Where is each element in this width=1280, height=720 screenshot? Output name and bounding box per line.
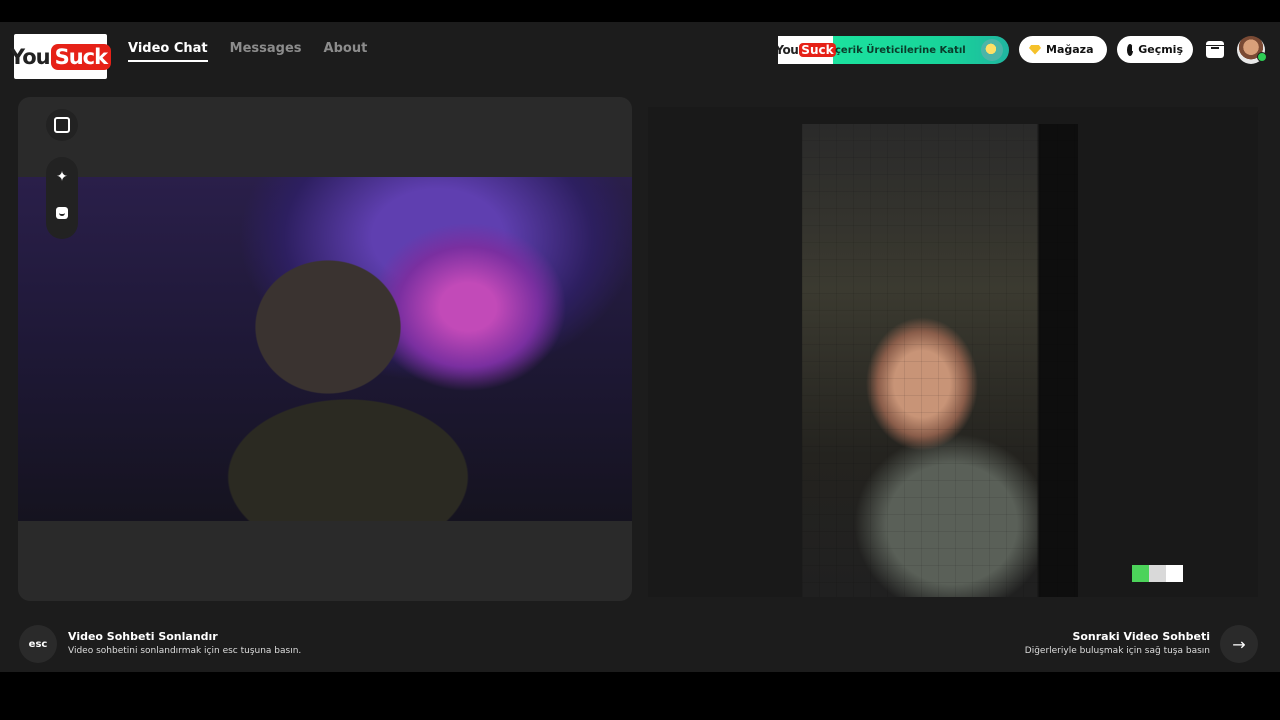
- end-chat-info: Video Sohbeti Sonlandır Video sohbetini …: [68, 630, 301, 656]
- end-chat-button[interactable]: esc: [19, 625, 57, 663]
- magic-wand-button[interactable]: ✦: [46, 161, 78, 193]
- self-video-panel: ✦: [18, 97, 632, 601]
- face-filter-icon: [56, 207, 68, 219]
- inbox-icon[interactable]: [1206, 41, 1224, 58]
- main-nav: Video Chat Messages About: [128, 41, 367, 62]
- history-button[interactable]: Geçmiş: [1117, 36, 1193, 63]
- next-chat-button[interactable]: →: [1220, 625, 1258, 663]
- shop-label: Mağaza: [1046, 43, 1094, 56]
- expand-icon: [54, 117, 70, 133]
- nav-messages[interactable]: Messages: [230, 41, 302, 62]
- next-chat-info: Sonraki Video Sohbeti Diğerleriyle buluş…: [1025, 630, 1210, 656]
- avatar[interactable]: [1237, 36, 1267, 64]
- self-video-feed: [18, 177, 632, 521]
- clock-icon: [1127, 43, 1135, 56]
- logo-you-text: You: [9, 44, 51, 69]
- stranger-video-panel: [648, 107, 1258, 597]
- nav-about[interactable]: About: [324, 41, 368, 62]
- logo-suck-text: Suck: [50, 43, 112, 70]
- arrow-right-icon: →: [1232, 634, 1246, 654]
- promo-logo: You Suck: [778, 36, 836, 64]
- end-chat-hint: Video sohbetini sonlandırmak için esc tu…: [68, 646, 302, 656]
- signal-bar-3: [1166, 565, 1183, 582]
- magic-wand-icon: ✦: [56, 169, 68, 185]
- youtube-suck-logo[interactable]: You Suck: [10, 34, 112, 79]
- promo-logo-suck: Suck: [799, 43, 836, 57]
- stranger-video-feed: [802, 124, 1078, 597]
- expand-button[interactable]: [46, 109, 78, 141]
- app-window: You Suck Video Chat Messages About You S…: [0, 22, 1280, 672]
- promo-logo-you: You: [778, 43, 799, 57]
- pixelation-overlay: [802, 124, 1078, 597]
- connection-signal: [1132, 565, 1183, 582]
- creator-promo-banner[interactable]: You Suck çerik Üreticilerine Katıl: [778, 36, 1009, 64]
- signal-bar-1: [1132, 565, 1149, 582]
- shop-button[interactable]: Mağaza: [1019, 36, 1107, 63]
- history-label: Geçmiş: [1138, 43, 1183, 56]
- nav-video-chat[interactable]: Video Chat: [128, 41, 208, 62]
- gem-icon: [1029, 44, 1041, 55]
- promo-badge-icon: [981, 39, 1003, 61]
- next-chat-title: Sonraki Video Sohbeti: [1072, 630, 1210, 643]
- face-filter-button[interactable]: [46, 197, 78, 229]
- next-chat-hint: Diğerleriyle buluşmak için sağ tuşa bası…: [1024, 646, 1210, 656]
- promo-text: çerik Üreticilerine Katıl: [835, 44, 966, 56]
- signal-bar-2: [1149, 565, 1166, 582]
- end-chat-title: Video Sohbeti Sonlandır: [68, 630, 218, 643]
